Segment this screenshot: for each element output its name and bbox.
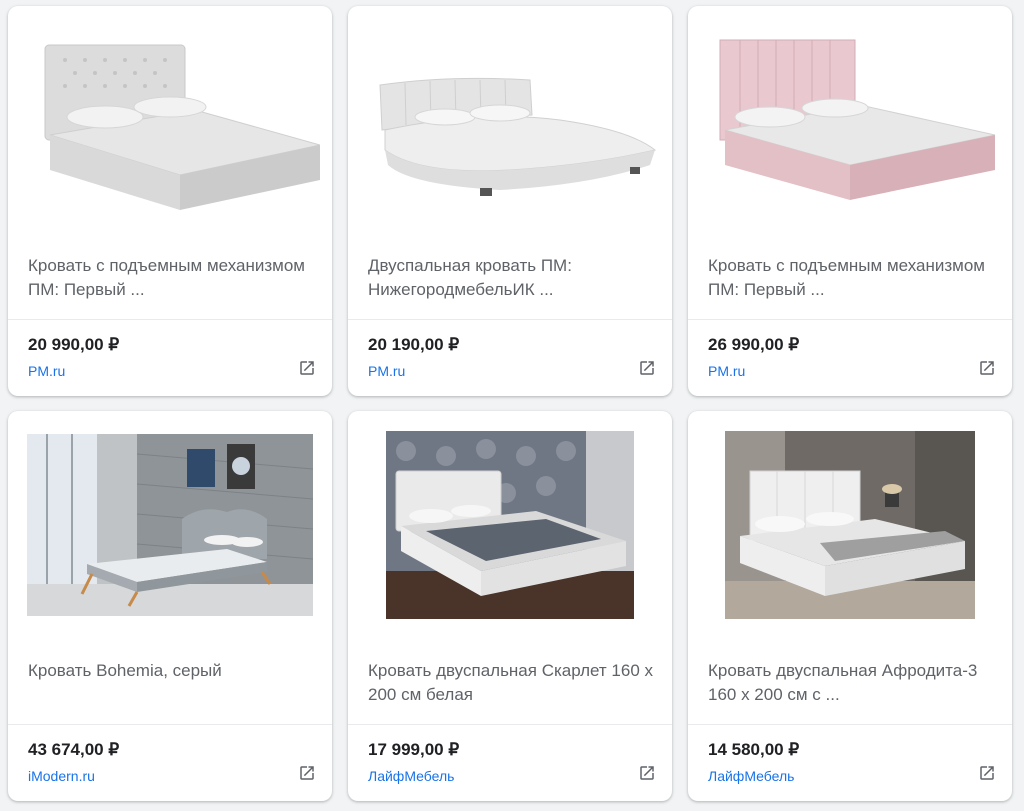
product-source-link[interactable]: ЛайфМебель — [708, 768, 794, 784]
product-source-link[interactable]: PM.ru — [28, 363, 65, 379]
divider — [8, 724, 332, 725]
product-title[interactable]: Кровать двуспальная Скарлет 160 х 200 см… — [368, 659, 653, 707]
product-source-link[interactable]: PM.ru — [368, 363, 405, 379]
product-image[interactable] — [8, 411, 332, 639]
grey-bohemia-bed-room-photo — [27, 434, 313, 616]
divider — [688, 724, 1012, 725]
product-card[interactable]: Кровать двуспальная Афродита-3 160 х 200… — [688, 411, 1012, 801]
product-title[interactable]: Кровать двуспальная Афродита-3 160 х 200… — [708, 659, 993, 707]
product-image[interactable] — [348, 411, 672, 639]
white-afrodita-bed-room-photo — [725, 431, 975, 619]
product-title[interactable]: Двуспальная кровать ПМ: НижегородмебельИ… — [368, 254, 653, 302]
product-card[interactable]: Кровать двуспальная Скарлет 160 х 200 см… — [348, 411, 672, 801]
product-image[interactable] — [688, 6, 1012, 234]
product-price: 20 990,00 ₽ — [28, 335, 120, 354]
divider — [348, 319, 672, 320]
product-source-link[interactable]: ЛайфМебель — [368, 768, 454, 784]
product-title[interactable]: Кровать с подъемным механизмом ПМ: Первы… — [708, 254, 993, 302]
open-in-new-icon[interactable] — [298, 764, 316, 782]
product-card[interactable]: Кровать с подъемным механизмом ПМ: Первы… — [8, 6, 332, 396]
white-scarlet-bed-room-photo — [386, 431, 634, 619]
product-source-link[interactable]: iModern.ru — [28, 768, 95, 784]
product-card[interactable]: Двуспальная кровать ПМ: НижегородмебельИ… — [348, 6, 672, 396]
product-card[interactable]: Кровать с подъемным механизмом ПМ: Первы… — [688, 6, 1012, 396]
product-card[interactable]: Кровать Bohemia, серый 43 674,00 ₽ iMode… — [8, 411, 332, 801]
open-in-new-icon[interactable] — [978, 764, 996, 782]
product-price: 26 990,00 ₽ — [708, 335, 800, 354]
open-in-new-icon[interactable] — [298, 359, 316, 377]
product-price: 14 580,00 ₽ — [708, 740, 800, 759]
product-image[interactable] — [348, 6, 672, 234]
white-tufted-bed-photo — [44, 44, 320, 210]
divider — [348, 724, 672, 725]
product-image[interactable] — [688, 411, 1012, 639]
product-image[interactable] — [8, 6, 332, 234]
open-in-new-icon[interactable] — [638, 764, 656, 782]
product-source-link[interactable]: PM.ru — [708, 363, 745, 379]
product-price: 17 999,00 ₽ — [368, 740, 460, 759]
product-title[interactable]: Кровать с подъемным механизмом ПМ: Первы… — [28, 254, 313, 302]
open-in-new-icon[interactable] — [638, 359, 656, 377]
open-in-new-icon[interactable] — [978, 359, 996, 377]
product-price: 20 190,00 ₽ — [368, 335, 460, 354]
divider — [688, 319, 1012, 320]
product-price: 43 674,00 ₽ — [28, 740, 120, 759]
product-grid: Кровать с подъемным механизмом ПМ: Первы… — [8, 6, 1012, 801]
white-curved-bed-photo — [379, 77, 657, 196]
divider — [8, 319, 332, 320]
pink-bed-photo — [719, 39, 996, 200]
product-title[interactable]: Кровать Bohemia, серый — [28, 659, 313, 683]
